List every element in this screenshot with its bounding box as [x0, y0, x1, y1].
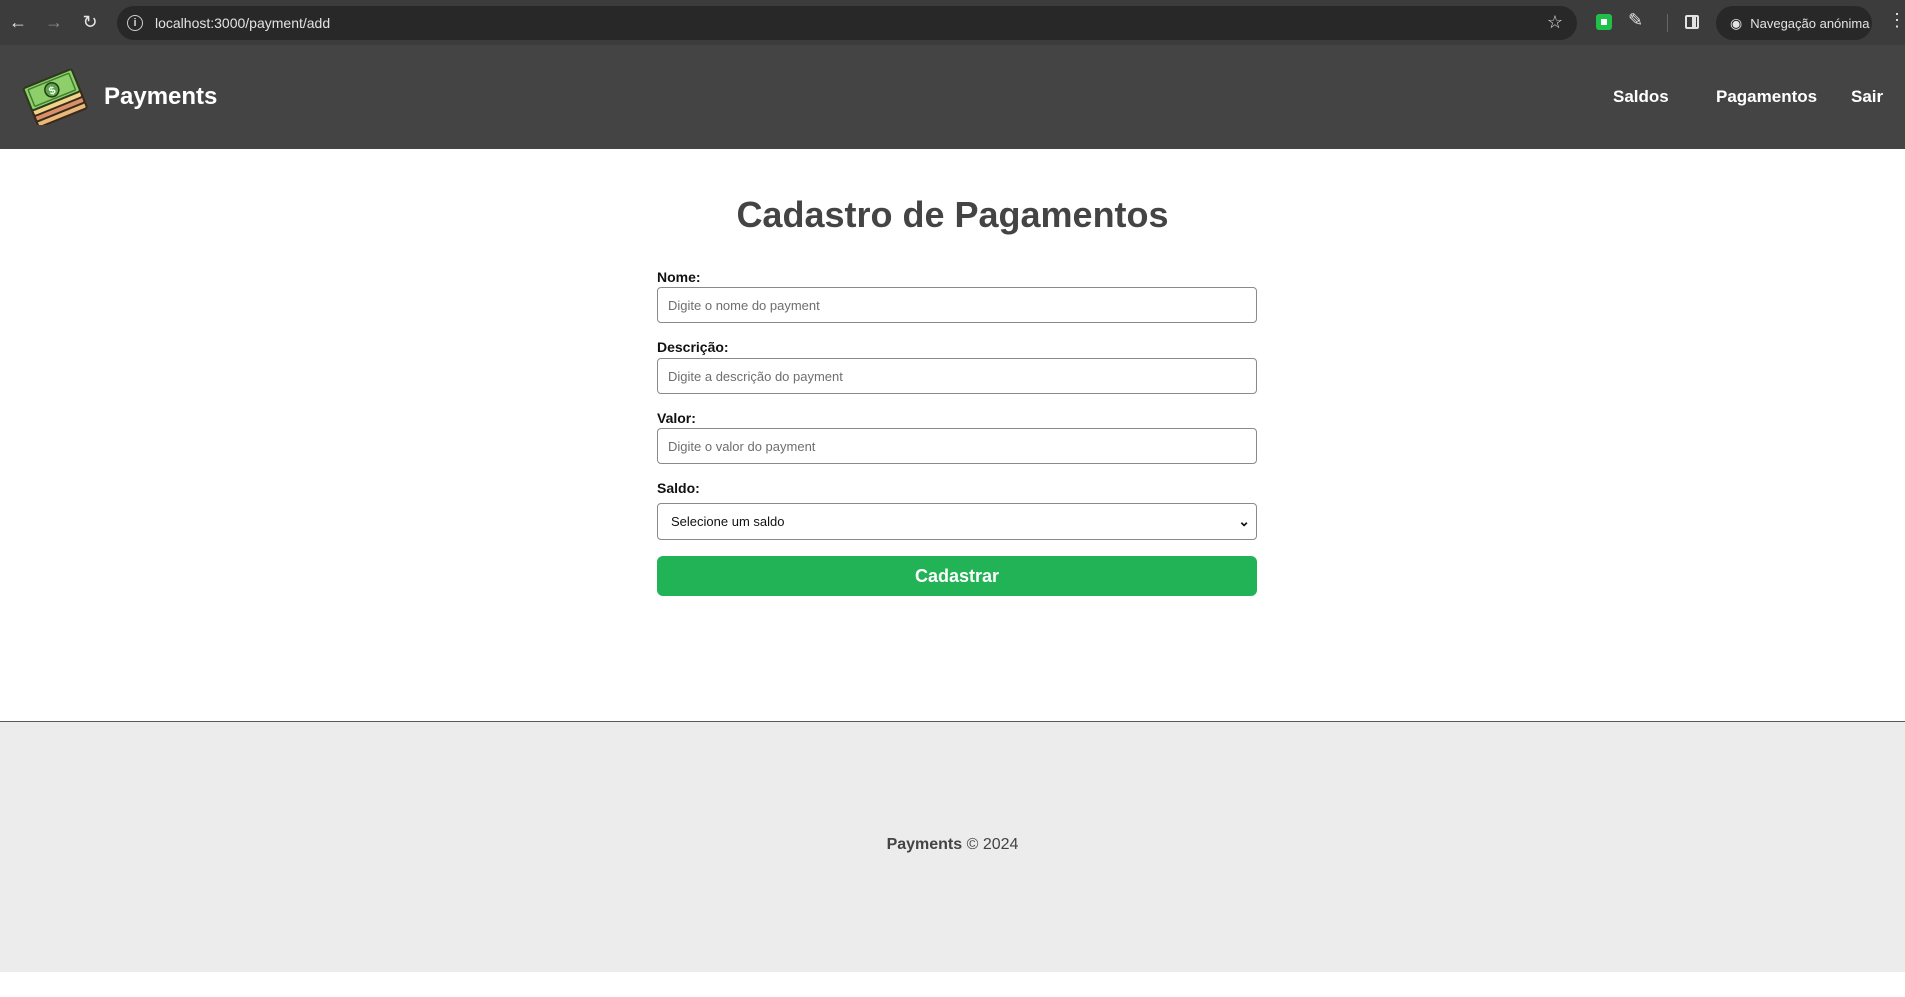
- saldo-select[interactable]: Selecione um saldo ⌄: [657, 503, 1257, 540]
- toolbar-divider: [1667, 14, 1668, 32]
- back-arrow-icon[interactable]: ←: [0, 0, 36, 45]
- nav-link-saldos[interactable]: Saldos: [1613, 87, 1669, 107]
- address-url[interactable]: localhost:3000/payment/add: [155, 15, 330, 31]
- incognito-label: Navegação anónima: [1750, 15, 1870, 31]
- nome-input[interactable]: [657, 287, 1257, 323]
- site-info-icon[interactable]: i: [127, 15, 143, 31]
- extension-icon[interactable]: [1596, 14, 1612, 30]
- page-title: Cadastro de Pagamentos: [736, 194, 1169, 235]
- chevron-down-icon: ⌄: [1238, 513, 1250, 529]
- bookmark-star-icon[interactable]: ☆: [1547, 12, 1563, 33]
- reload-icon[interactable]: ↻: [72, 0, 108, 45]
- incognito-profile-button[interactable]: ◉ Navegação anónima: [1716, 6, 1872, 40]
- descricao-input[interactable]: [657, 358, 1257, 394]
- money-stack-logo-icon[interactable]: $: [22, 65, 88, 125]
- app-header: $ Payments Saldos Pagamentos Sair: [0, 45, 1905, 149]
- address-bar[interactable]: i localhost:3000/payment/add ☆: [117, 6, 1577, 40]
- cadastrar-button[interactable]: Cadastrar: [657, 556, 1257, 596]
- forward-arrow-icon[interactable]: →: [36, 0, 72, 45]
- nome-label: Nome:: [657, 269, 701, 285]
- footer-year: © 2024: [966, 836, 1019, 853]
- more-menu-icon[interactable]: ⋮: [1888, 10, 1905, 31]
- saldo-selected-value: Selecione um saldo: [671, 514, 785, 529]
- footer-copyright: Payments © 2024: [0, 836, 1905, 854]
- nav-link-sair[interactable]: Sair: [1851, 87, 1883, 107]
- brand-title[interactable]: Payments: [104, 83, 217, 111]
- side-panel-icon[interactable]: [1685, 15, 1699, 29]
- nav-link-pagamentos[interactable]: Pagamentos: [1716, 87, 1817, 107]
- footer-brand: Payments: [886, 836, 963, 853]
- saldo-label: Saldo:: [657, 480, 700, 496]
- valor-input[interactable]: [657, 428, 1257, 464]
- browser-toolbar: ← → ↻ i localhost:3000/payment/add ☆ ✎ ◉…: [0, 0, 1905, 45]
- puzzle-icon[interactable]: ✎: [1628, 10, 1643, 31]
- descricao-label: Descrição:: [657, 339, 729, 355]
- incognito-icon: ◉: [1730, 14, 1743, 31]
- valor-label: Valor:: [657, 410, 696, 426]
- footer: Payments © 2024: [0, 721, 1905, 972]
